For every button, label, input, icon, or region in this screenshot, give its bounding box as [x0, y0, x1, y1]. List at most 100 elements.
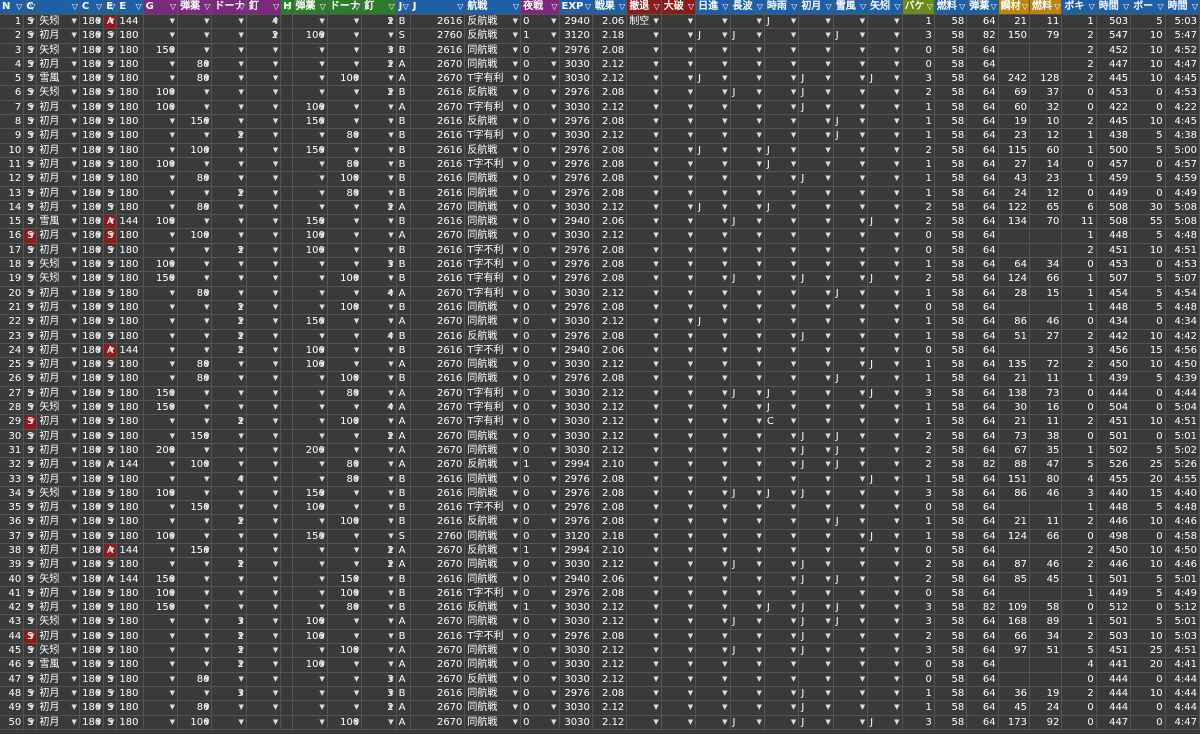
cell[interactable]: ▼	[799, 658, 834, 673]
cell[interactable]: ▼	[730, 629, 765, 645]
cell[interactable]: A ▼	[104, 343, 118, 359]
dropdown-arrow-icon[interactable]: ▼	[791, 387, 796, 400]
cell[interactable]: 11	[1062, 215, 1097, 230]
dropdown-arrow-icon[interactable]: ▼	[653, 487, 658, 500]
cell[interactable]: 100 ▼	[143, 486, 179, 502]
dropdown-arrow-icon[interactable]: ▼	[319, 558, 324, 571]
dropdown-arrow-icon[interactable]: ▼	[825, 144, 830, 157]
dropdown-arrow-icon[interactable]: ▼	[757, 430, 762, 443]
cell[interactable]: ▼	[178, 300, 213, 316]
cell[interactable]: S ▼	[104, 672, 118, 687]
cell[interactable]: 0 ▼	[521, 629, 560, 645]
dropdown-arrow-icon[interactable]: ▼	[29, 487, 34, 500]
dropdown-arrow-icon[interactable]: ▼	[825, 687, 830, 700]
dropdown-arrow-icon[interactable]: ▼	[204, 44, 209, 57]
dropdown-arrow-icon[interactable]: ▼	[722, 101, 727, 114]
dropdown-arrow-icon[interactable]: ▼	[791, 215, 796, 228]
cell[interactable]: ▼	[868, 100, 903, 116]
dropdown-arrow-icon[interactable]: ▼	[29, 172, 34, 185]
cell[interactable]: J ▼	[730, 215, 765, 230]
cell[interactable]: ▼	[730, 672, 765, 687]
cell[interactable]: 0 ▼	[521, 644, 560, 659]
dropdown-arrow-icon[interactable]: ▼	[722, 29, 727, 42]
cell[interactable]: 58	[934, 472, 968, 487]
dropdown-arrow-icon[interactable]: ▼	[551, 387, 556, 400]
dropdown-arrow-icon[interactable]: ▼	[319, 501, 324, 514]
cell[interactable]: 4:52	[1165, 43, 1200, 58]
cell[interactable]: J ▼	[799, 558, 834, 573]
dropdown-arrow-icon[interactable]: ▼	[96, 601, 101, 614]
dropdown-arrow-icon[interactable]: ▼	[860, 101, 865, 114]
cell[interactable]: ▼	[799, 215, 834, 230]
cell[interactable]: 451	[1096, 644, 1132, 659]
cell[interactable]: ▼	[868, 200, 903, 216]
dropdown-arrow-icon[interactable]: ▼	[825, 515, 830, 528]
cell[interactable]: 180 ▼	[79, 329, 105, 344]
dropdown-arrow-icon[interactable]: ▼	[170, 658, 175, 671]
cell[interactable]: 15	[1131, 343, 1166, 359]
dropdown-arrow-icon[interactable]: ▼	[894, 301, 899, 314]
dropdown-arrow-icon[interactable]: ▼	[688, 701, 693, 714]
dropdown-arrow-icon[interactable]: ▼	[551, 687, 556, 700]
dropdown-arrow-icon[interactable]: ▼	[688, 229, 693, 242]
cell[interactable]: ▼	[764, 300, 800, 316]
cell[interactable]: T字不利 ▼	[465, 586, 522, 602]
cell[interactable]: ▼	[178, 658, 213, 673]
dropdown-arrow-icon[interactable]: ▼	[238, 687, 243, 700]
cell[interactable]: 2 ▼	[212, 243, 247, 259]
dropdown-arrow-icon[interactable]: ▼	[757, 558, 762, 571]
cell[interactable]: 15	[1131, 486, 1166, 502]
cell[interactable]: 180 ▼	[79, 315, 105, 330]
cell[interactable]	[1030, 57, 1063, 73]
cell[interactable]: 1	[1062, 300, 1097, 316]
cell[interactable]: T字有利 ▼	[465, 401, 522, 416]
dropdown-arrow-icon[interactable]: ▼	[238, 44, 243, 57]
cell[interactable]: 100 ▼	[327, 715, 363, 730]
cell[interactable]: ▼	[362, 472, 397, 487]
cell[interactable]: 2.10	[592, 458, 628, 473]
cell[interactable]: ▼	[327, 672, 363, 687]
cell[interactable]: 64	[967, 429, 999, 444]
cell[interactable]: 0	[902, 658, 935, 673]
dropdown-arrow-icon[interactable]: ▼	[894, 401, 899, 414]
cell[interactable]: 2616	[410, 372, 466, 387]
cell[interactable]: ▼	[293, 558, 328, 573]
dropdown-arrow-icon[interactable]: ▼	[825, 129, 830, 142]
cell[interactable]: B	[396, 186, 411, 201]
dropdown-arrow-icon[interactable]: ▼	[170, 630, 175, 643]
cell[interactable]: 反航戦 ▼	[465, 115, 522, 130]
cell[interactable]: 447	[1096, 715, 1132, 730]
cell[interactable]: ▼	[627, 343, 662, 359]
cell[interactable]: 初月 ▼	[37, 715, 80, 730]
cell[interactable]: 58	[934, 458, 968, 473]
cell[interactable]: 79	[1030, 29, 1063, 44]
dropdown-arrow-icon[interactable]: ▼	[29, 473, 34, 486]
dropdown-arrow-icon[interactable]: ▼	[72, 115, 77, 128]
cell[interactable]: 5	[1131, 372, 1166, 387]
dropdown-arrow-icon[interactable]: ▼	[204, 501, 209, 514]
cell[interactable]: 10	[1131, 558, 1166, 573]
dropdown-arrow-icon[interactable]: ▼	[96, 15, 101, 28]
dropdown-arrow-icon[interactable]: ▼	[688, 172, 693, 185]
cell[interactable]: S ▼	[104, 329, 118, 344]
cell[interactable]: 80 ▼	[178, 172, 213, 187]
dropdown-arrow-icon[interactable]: ▼	[273, 673, 278, 686]
cell[interactable]: 134	[998, 215, 1030, 230]
cell[interactable]: 64	[967, 558, 999, 573]
dropdown-arrow-icon[interactable]: ▼	[354, 630, 359, 643]
cell[interactable]: 2616	[410, 343, 466, 359]
filter-icon[interactable]: ▽	[757, 0, 763, 14]
cell[interactable]: ▼	[764, 358, 800, 373]
dropdown-arrow-icon[interactable]: ▼	[354, 544, 359, 557]
cell[interactable]: S ▼	[104, 686, 118, 702]
cell[interactable]: 58	[934, 701, 968, 716]
dropdown-arrow-icon[interactable]: ▼	[722, 444, 727, 457]
cell[interactable]: 37	[1030, 86, 1063, 101]
cell[interactable]: 452	[1096, 43, 1132, 58]
cell[interactable]: ▼	[799, 186, 834, 201]
dropdown-arrow-icon[interactable]: ▼	[72, 644, 77, 657]
cell[interactable]: J ▼	[730, 715, 765, 730]
dropdown-arrow-icon[interactable]: ▼	[319, 630, 324, 643]
dropdown-arrow-icon[interactable]: ▼	[354, 515, 359, 528]
cell[interactable]: 64	[967, 543, 999, 559]
